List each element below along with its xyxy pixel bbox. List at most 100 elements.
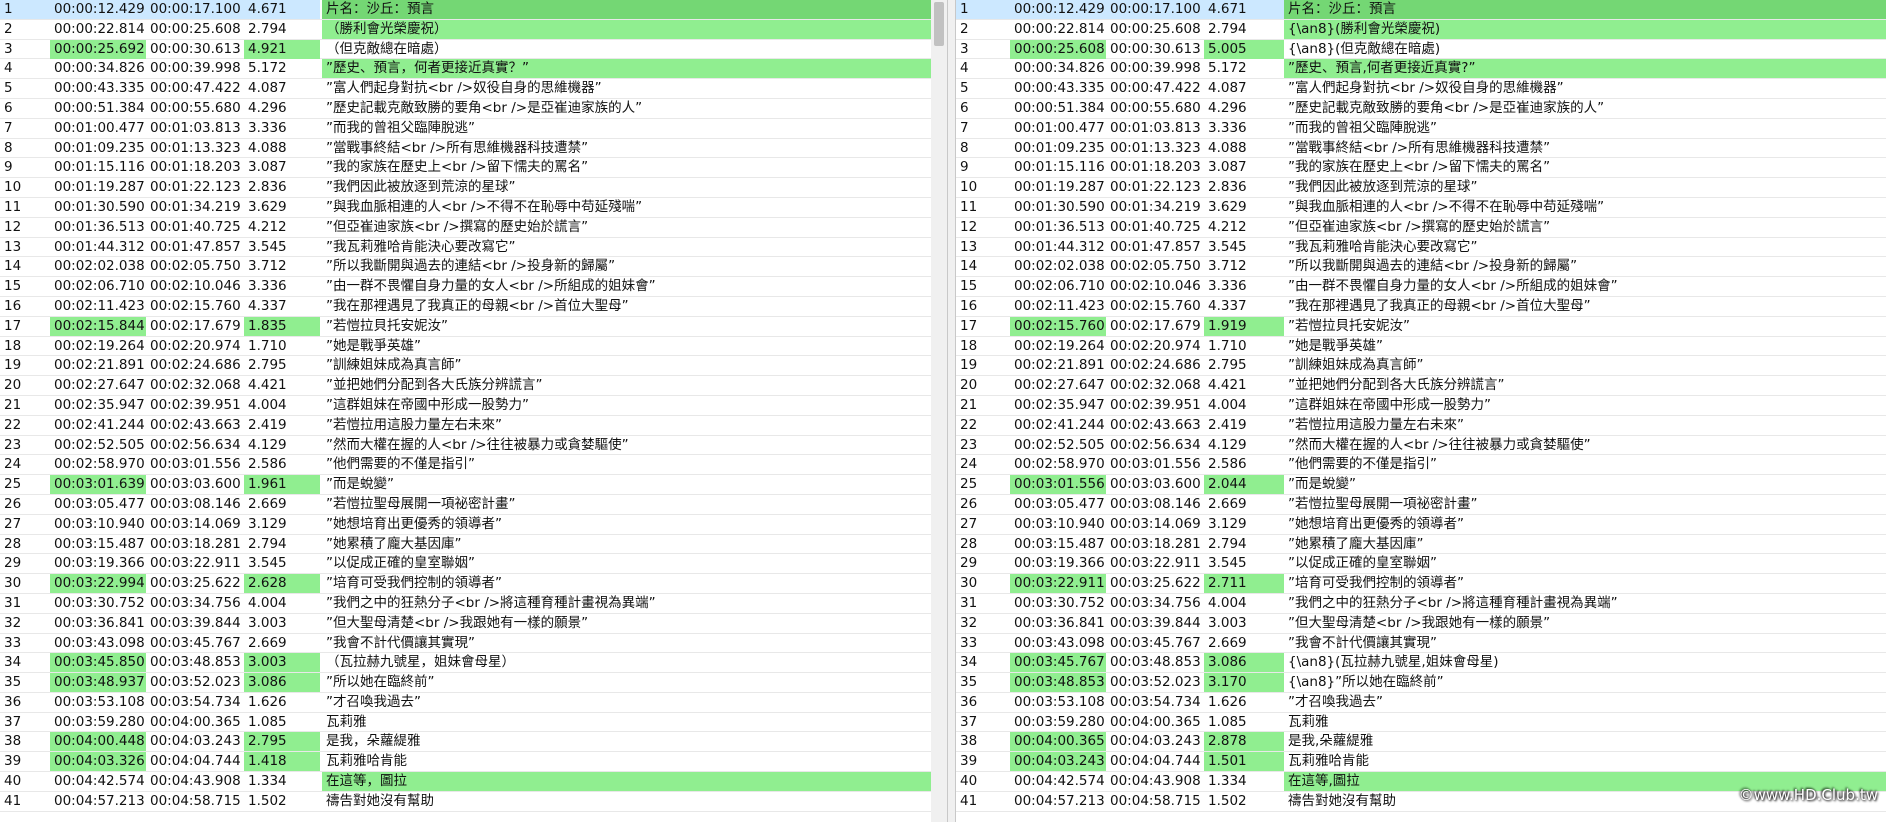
subtitle-row[interactable]: 36 00:03:53.108 00:03:54.734 1.626 ”才召喚我過去”	[0, 693, 947, 713]
subtitle-row[interactable]: 5 00:00:43.335 00:00:47.422 4.087 ”富人們起身對抗<b…	[0, 79, 947, 99]
subtitle-row[interactable]: 17 00:02:15.760 00:02:17.679 1.919 ”若愷拉貝托安妮汝…	[956, 316, 1886, 337]
subtitle-row[interactable]: 29 00:03:19.366 00:03:22.911 3.545 ”以促成正確的皇室…	[956, 554, 1886, 575]
left-scrollbar[interactable]	[931, 0, 947, 822]
subtitle-row[interactable]: 20 00:02:27.647 00:02:32.068 4.421 ”並把她們分配到各…	[956, 376, 1886, 396]
subtitle-row[interactable]: 14 00:02:02.038 00:02:05.750 3.712 ”所以我斷開與過去…	[0, 257, 947, 278]
subtitle-row[interactable]: 12 00:01:36.513 00:01:40.725 4.212 ”但亞崔迪家族<b…	[956, 218, 1886, 238]
pane-splitter[interactable]	[947, 0, 956, 822]
subtitle-row[interactable]: 1 00:00:12.429 00:00:17.100 4.671 片名：沙丘：預言	[956, 0, 1886, 20]
subtitle-row[interactable]: 32 00:03:36.841 00:03:39.844 3.003 ”但大聖母清楚<b…	[0, 614, 947, 634]
start-time-cell: 00:02:06.710	[1014, 278, 1105, 295]
subtitle-row[interactable]: 39 00:04:03.243 00:04:04.744 1.501 瓦莉雅哈肯能	[956, 752, 1886, 773]
subtitle-row[interactable]: 24 00:02:58.970 00:03:01.556 2.586 ”他們需要的不僅是…	[0, 455, 947, 476]
subtitle-row[interactable]: 3 00:00:25.692 00:00:30.613 4.921 （但克敵總在暗處）	[0, 39, 947, 60]
subtitle-row[interactable]: 38 00:04:00.365 00:04:03.243 2.878 是我,朵蘿緹雅	[956, 732, 1886, 753]
subtitle-row[interactable]: 40 00:04:42.574 00:04:43.908 1.334 在這等，圖拉	[0, 772, 947, 792]
subtitle-row[interactable]: 31 00:03:30.752 00:03:34.756 4.004 ”我們之中的狂熱分…	[956, 594, 1886, 614]
subtitle-row[interactable]: 33 00:03:43.098 00:03:45.767 2.669 ”我會不計代價讓其…	[956, 634, 1886, 654]
subtitle-row[interactable]: 8 00:01:09.235 00:01:13.323 4.088 ”當戰事終結<br …	[956, 139, 1886, 159]
subtitle-row[interactable]: 27 00:03:10.940 00:03:14.069 3.129 ”她想培育出更優秀…	[956, 515, 1886, 535]
subtitle-row[interactable]: 26 00:03:05.477 00:03:08.146 2.669 ”若愷拉聖母展開一…	[956, 495, 1886, 515]
subtitle-row[interactable]: 22 00:02:41.244 00:02:43.663 2.419 ”若愷拉用這股力量…	[0, 416, 947, 436]
subtitle-row[interactable]: 37 00:03:59.280 00:04:00.365 1.085 瓦莉雅	[956, 713, 1886, 733]
subtitle-row[interactable]: 22 00:02:41.244 00:02:43.663 2.419 ”若愷拉用這股力量…	[956, 416, 1886, 436]
subtitle-row[interactable]: 13 00:01:44.312 00:01:47.857 3.545 ”我瓦莉雅哈肯能決…	[956, 238, 1886, 258]
subtitle-row[interactable]: 3 00:00:25.608 00:00:30.613 5.005 {\an8}(但克敵…	[956, 39, 1886, 60]
subtitle-row[interactable]: 21 00:02:35.947 00:02:39.951 4.004 ”這群姐妹在帝國中…	[956, 396, 1886, 416]
subtitle-row[interactable]: 21 00:02:35.947 00:02:39.951 4.004 ”這群姐妹在帝國中…	[0, 396, 947, 416]
subtitle-row[interactable]: 18 00:02:19.264 00:02:20.974 1.710 ”她是戰爭英雄”	[956, 337, 1886, 357]
subtitle-row[interactable]: 6 00:00:51.384 00:00:55.680 4.296 ”歷史記載克敵致勝的…	[956, 99, 1886, 119]
subtitle-row[interactable]: 9 00:01:15.116 00:01:18.203 3.087 ”我的家族在歷史上<…	[956, 158, 1886, 179]
subtitle-row[interactable]: 41 00:04:57.213 00:04:58.715 1.502 禱告對她沒有幫助	[0, 792, 947, 812]
subtitle-row[interactable]: 35 00:03:48.937 00:03:52.023 3.086 ”所以她在臨終前”	[0, 673, 947, 693]
subtitle-row[interactable]: 30 00:03:22.994 00:03:25.622 2.628 ”培育可受我們控制…	[0, 574, 947, 594]
subtitle-row[interactable]: 34 00:03:45.850 00:03:48.853 3.003 （瓦拉赫九號星，姐…	[0, 653, 947, 674]
subtitle-row[interactable]: 20 00:02:27.647 00:02:32.068 4.421 ”並把她們分配到各…	[0, 376, 947, 396]
subtitle-row[interactable]: 36 00:03:53.108 00:03:54.734 1.626 ”才召喚我過去”	[956, 693, 1886, 713]
subtitle-row[interactable]: 19 00:02:21.891 00:02:24.686 2.795 ”訓練姐妹成為真言…	[956, 356, 1886, 377]
subtitle-row[interactable]: 19 00:02:21.891 00:02:24.686 2.795 ”訓練姐妹成為真言…	[0, 356, 947, 377]
left-subtitle-grid[interactable]: 1 00:00:12.429 00:00:17.100 4.671 片名：沙丘：預言 2 0…	[0, 0, 947, 822]
start-time-cell: 00:02:11.423	[1014, 297, 1105, 314]
subtitle-row[interactable]: 39 00:04:03.326 00:04:04.744 1.418 瓦莉雅哈肯能	[0, 752, 947, 773]
subtitle-row[interactable]: 16 00:02:11.423 00:02:15.760 4.337 ”我在那裡遇見了我…	[956, 297, 1886, 317]
subtitle-row[interactable]: 32 00:03:36.841 00:03:39.844 3.003 ”但大聖母清楚<b…	[956, 614, 1886, 634]
end-time-cell: 00:03:01.556	[150, 456, 241, 473]
subtitle-row[interactable]: 15 00:02:06.710 00:02:10.046 3.336 ”由一群不畏懼自身…	[956, 277, 1886, 297]
end-time-cell: 00:04:03.243	[1110, 733, 1201, 750]
subtitle-row[interactable]: 25 00:03:01.639 00:03:03.600 1.961 ”而是蛻變”	[0, 475, 947, 495]
left-scrollbar-thumb[interactable]	[934, 2, 944, 46]
subtitle-row[interactable]: 15 00:02:06.710 00:02:10.046 3.336 ”由一群不畏懼自身…	[0, 277, 947, 297]
subtitle-row[interactable]: 2 00:00:22.814 00:00:25.608 2.794 {\an8}(勝利會…	[956, 19, 1886, 40]
subtitle-row[interactable]: 11 00:01:30.590 00:01:34.219 3.629 ”與我血脈相連的人…	[956, 198, 1886, 218]
subtitle-row[interactable]: 4 00:00:34.826 00:00:39.998 5.172 ”歷史、預言,何者更…	[956, 59, 1886, 80]
subtitle-row[interactable]: 27 00:03:10.940 00:03:14.069 3.129 ”她想培育出更優秀…	[0, 515, 947, 535]
start-time-cell: 00:01:00.477	[1014, 119, 1105, 136]
subtitle-text-cell: ”然而大權在握的人<br />往往被暴力或貪婪驅使”	[1288, 436, 1591, 453]
subtitle-row[interactable]: 5 00:00:43.335 00:00:47.422 4.087 ”富人們起身對抗<b…	[956, 79, 1886, 99]
subtitle-row[interactable]: 17 00:02:15.844 00:02:17.679 1.835 ”若愷拉貝托安妮汝…	[0, 316, 947, 337]
duration-cell: 4.296	[1208, 99, 1247, 116]
subtitle-row[interactable]: 13 00:01:44.312 00:01:47.857 3.545 ”我瓦莉雅哈肯能決…	[0, 238, 947, 258]
end-time-cell: 00:03:45.767	[150, 634, 241, 651]
subtitle-row[interactable]: 8 00:01:09.235 00:01:13.323 4.088 ”當戰事終結<br …	[0, 139, 947, 159]
subtitle-row[interactable]: 16 00:02:11.423 00:02:15.760 4.337 ”我在那裡遇見了我…	[0, 297, 947, 317]
start-time-cell: 00:02:58.970	[1014, 456, 1105, 473]
subtitle-row[interactable]: 26 00:03:05.477 00:03:08.146 2.669 ”若愷拉聖母展開一…	[0, 495, 947, 515]
subtitle-row[interactable]: 6 00:00:51.384 00:00:55.680 4.296 ”歷史記載克敵致勝的…	[0, 99, 947, 119]
subtitle-row[interactable]: 7 00:01:00.477 00:01:03.813 3.336 ”而我的曾祖父臨陣脫…	[956, 119, 1886, 139]
start-time-cell: 00:03:19.366	[54, 555, 145, 572]
subtitle-row[interactable]: 12 00:01:36.513 00:01:40.725 4.212 ”但亞崔迪家族<b…	[0, 218, 947, 238]
right-subtitle-grid[interactable]: 1 00:00:12.429 00:00:17.100 4.671 片名：沙丘：預言 2 0…	[956, 0, 1886, 822]
subtitle-row[interactable]: 34 00:03:45.767 00:03:48.853 3.086 {\an8}(瓦拉…	[956, 653, 1886, 674]
row-number-cell: 16	[960, 297, 978, 314]
subtitle-row[interactable]: 29 00:03:19.366 00:03:22.911 3.545 ”以促成正確的皇室…	[0, 554, 947, 575]
subtitle-row[interactable]: 10 00:01:19.287 00:01:22.123 2.836 ”我們因此被放逐到…	[0, 178, 947, 198]
subtitle-row[interactable]: 33 00:03:43.098 00:03:45.767 2.669 ”我會不計代價讓其…	[0, 634, 947, 654]
subtitle-row[interactable]: 23 00:02:52.505 00:02:56.634 4.129 ”然而大權在握的人…	[0, 436, 947, 456]
start-time-cell: 00:04:42.574	[54, 773, 145, 790]
duration-cell: 4.212	[248, 218, 287, 235]
subtitle-row[interactable]: 38 00:04:00.448 00:04:03.243 2.795 是我，朵蘿緹雅	[0, 732, 947, 753]
subtitle-row[interactable]: 35 00:03:48.853 00:03:52.023 3.170 {\an8}”所以…	[956, 673, 1886, 693]
subtitle-row[interactable]: 14 00:02:02.038 00:02:05.750 3.712 ”所以我斷開與過去…	[956, 257, 1886, 278]
subtitle-row[interactable]: 7 00:01:00.477 00:01:03.813 3.336 ”而我的曾祖父臨陣脫…	[0, 119, 947, 139]
subtitle-row[interactable]: 28 00:03:15.487 00:03:18.281 2.794 ”她累積了龐大基因…	[0, 535, 947, 555]
subtitle-row[interactable]: 37 00:03:59.280 00:04:00.365 1.085 瓦莉雅	[0, 713, 947, 733]
subtitle-row[interactable]: 30 00:03:22.911 00:03:25.622 2.711 ”培育可受我們控制…	[956, 574, 1886, 594]
subtitle-row[interactable]: 9 00:01:15.116 00:01:18.203 3.087 ”我的家族在歷史上<…	[0, 158, 947, 179]
subtitle-row[interactable]: 31 00:03:30.752 00:03:34.756 4.004 ”我們之中的狂熱分…	[0, 594, 947, 614]
row-number-cell: 12	[4, 218, 22, 235]
subtitle-row[interactable]: 2 00:00:22.814 00:00:25.608 2.794 （勝利會光榮慶祝）	[0, 19, 947, 40]
subtitle-row[interactable]: 11 00:01:30.590 00:01:34.219 3.629 ”與我血脈相連的人…	[0, 198, 947, 218]
subtitle-row[interactable]: 24 00:02:58.970 00:03:01.556 2.586 ”他們需要的不僅是…	[956, 455, 1886, 476]
subtitle-row[interactable]: 18 00:02:19.264 00:02:20.974 1.710 ”她是戰爭英雄”	[0, 337, 947, 357]
subtitle-row[interactable]: 28 00:03:15.487 00:03:18.281 2.794 ”她累積了龐大基因…	[956, 535, 1886, 555]
subtitle-row[interactable]: 4 00:00:34.826 00:00:39.998 5.172 ”歷史、預言，何者更…	[0, 59, 947, 80]
end-time-cell: 00:03:08.146	[1110, 495, 1201, 512]
subtitle-row[interactable]: 1 00:00:12.429 00:00:17.100 4.671 片名：沙丘：預言	[0, 0, 947, 20]
subtitle-row[interactable]: 10 00:01:19.287 00:01:22.123 2.836 ”我們因此被放逐到…	[956, 178, 1886, 198]
subtitle-row[interactable]: 23 00:02:52.505 00:02:56.634 4.129 ”然而大權在握的人…	[956, 436, 1886, 456]
subtitle-row[interactable]: 25 00:03:01.556 00:03:03.600 2.044 ”而是蛻變”	[956, 475, 1886, 495]
